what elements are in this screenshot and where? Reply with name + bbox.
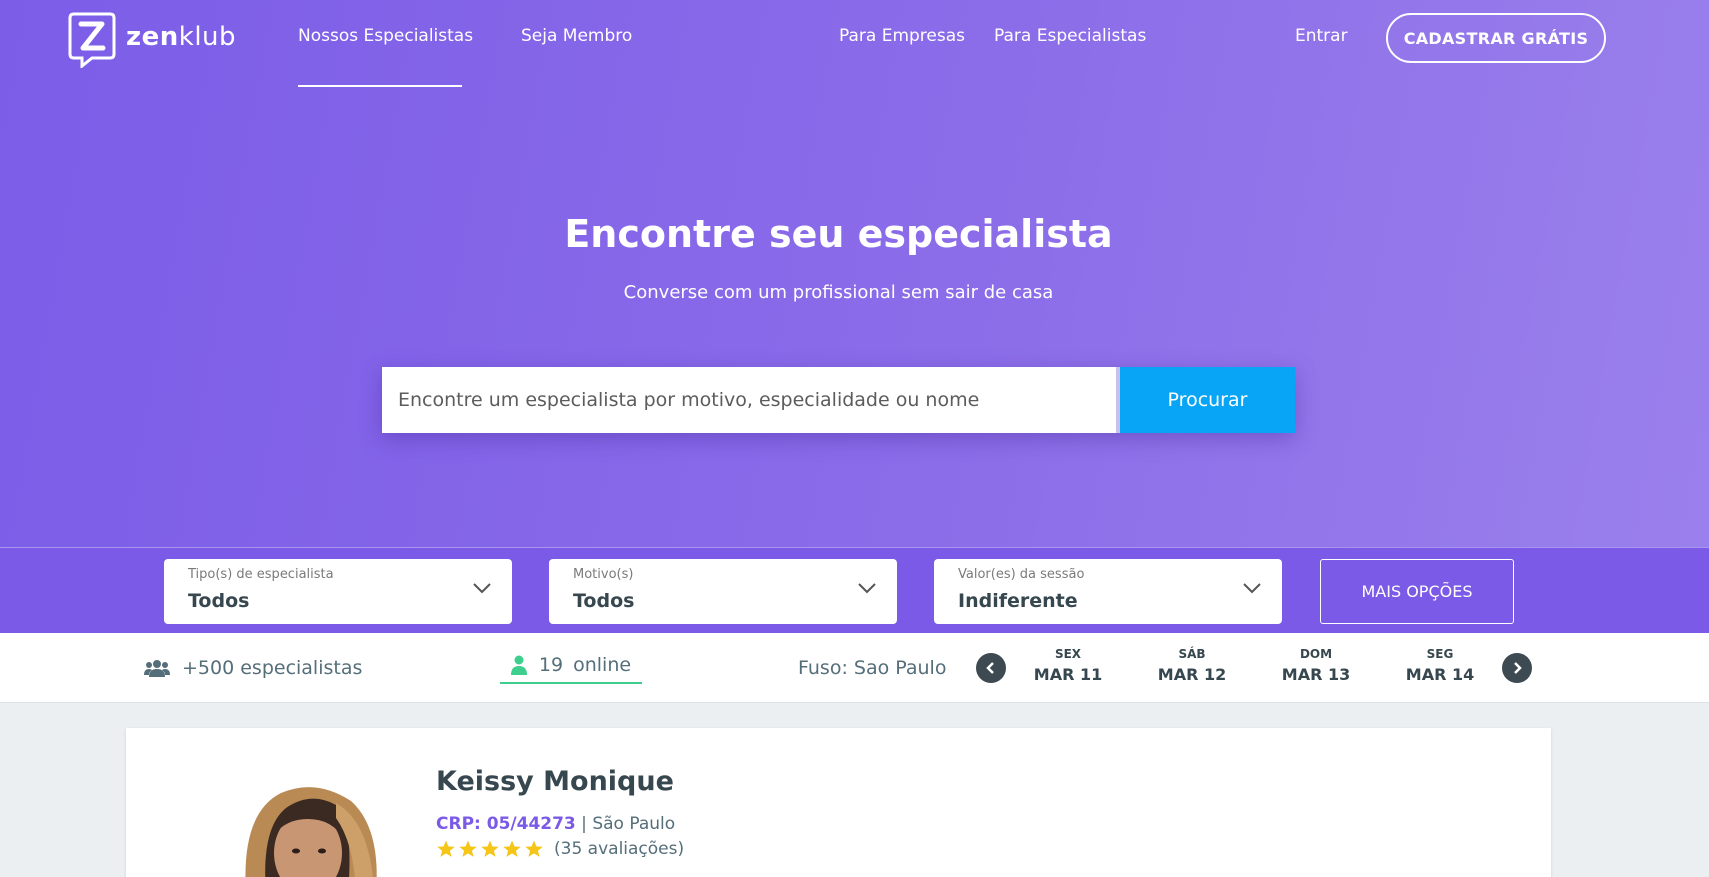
chevron-right-icon [1514,662,1522,674]
filter-value: Indiferente [958,590,1078,612]
hero-section: zenklub Nossos Especialistas Seja Membro… [0,0,1709,547]
avatar-photo [245,787,377,877]
page-subtitle: Converse com um profissional sem sair de… [623,282,1054,303]
filter-bar: Tipo(s) de especialista Todos Motivo(s) … [0,547,1709,633]
nav-become-member[interactable]: Seja Membro [521,26,632,46]
day-of-week: SÁB [1178,647,1206,661]
filter-label: Valor(es) da sessão [958,567,1085,582]
more-options-button[interactable]: MAIS OPÇÕES [1320,559,1514,624]
next-days-button[interactable] [1502,653,1532,683]
day-of-week: SEG [1426,647,1454,661]
day-date: MAR 12 [1157,665,1227,684]
search-button[interactable]: Procurar [1120,367,1295,433]
day-date: MAR 14 [1405,665,1475,684]
star-icon [459,840,477,857]
user-online-icon [510,655,527,675]
online-label: online [573,653,632,676]
specialist-city: São Paulo [592,814,676,834]
reviews-count[interactable]: (35 avaliações) [554,839,684,859]
day-column[interactable]: SEG MAR 14 [1395,647,1485,684]
nav-for-specialists[interactable]: Para Especialistas [994,26,1146,46]
rating-stars [436,839,546,859]
nav-login[interactable]: Entrar [1295,26,1348,46]
filter-session-price[interactable]: Valor(es) da sessão Indiferente [934,559,1282,624]
day-date: MAR 13 [1281,665,1351,684]
search-input[interactable] [382,367,1116,433]
nav-active-indicator [298,85,462,87]
filter-reason[interactable]: Motivo(s) Todos [549,559,897,624]
page-title: Encontre seu especialista [564,212,1113,256]
filter-label: Tipo(s) de especialista [188,567,334,582]
specialist-registration: CRP: 05/44273 | São Paulo [436,814,675,834]
specialist-name[interactable]: Keissy Monique [436,766,674,797]
top-nav: zenklub Nossos Especialistas Seja Membro… [0,0,1709,90]
nav-our-specialists[interactable]: Nossos Especialistas [298,26,473,46]
logo[interactable]: zenklub [68,12,236,68]
day-of-week: SEX [1054,647,1082,661]
day-of-week: DOM [1299,647,1333,661]
specialists-count-text: +500 especialistas [182,657,363,679]
timezone: Fuso: Sao Paulo [798,657,947,679]
day-date: MAR 11 [1033,665,1103,684]
crp-number: CRP: 05/44273 [436,814,576,834]
chevron-down-icon [1243,583,1261,594]
filter-value: Todos [188,590,250,612]
day-column[interactable]: DOM MAR 13 [1271,647,1361,684]
nav-for-companies[interactable]: Para Empresas [839,26,965,46]
star-icon [437,840,455,857]
day-column[interactable]: SEX MAR 11 [1023,647,1113,684]
chevron-left-icon [986,662,994,674]
star-icon [503,840,521,857]
online-count: 19 [538,653,564,676]
star-icon [481,840,499,857]
specialist-rating: (35 avaliações) [436,839,684,859]
filter-value: Todos [573,590,635,612]
info-bar: +500 especialistas 19 online Fuso: Sao P… [0,633,1709,703]
separator: | [581,814,587,834]
z-chat-bubble-icon [68,12,116,68]
star-icon [525,840,543,857]
filter-specialist-type[interactable]: Tipo(s) de especialista Todos [164,559,512,624]
avatar[interactable] [236,773,386,877]
logo-text: zenklub [126,22,237,52]
users-icon [144,660,170,677]
search-box: Procurar [382,367,1295,433]
filter-label: Motivo(s) [573,567,634,582]
online-filter[interactable]: 19 online [500,647,642,684]
specialists-count: +500 especialistas [144,657,362,679]
chevron-down-icon [473,583,491,594]
prev-days-button[interactable] [976,653,1006,683]
specialist-card: Keissy Monique CRP: 05/44273 | São Paulo… [126,728,1551,877]
chevron-down-icon [858,583,876,594]
day-column[interactable]: SÁB MAR 12 [1147,647,1237,684]
signup-button[interactable]: CADASTRAR GRÁTIS [1386,13,1606,63]
